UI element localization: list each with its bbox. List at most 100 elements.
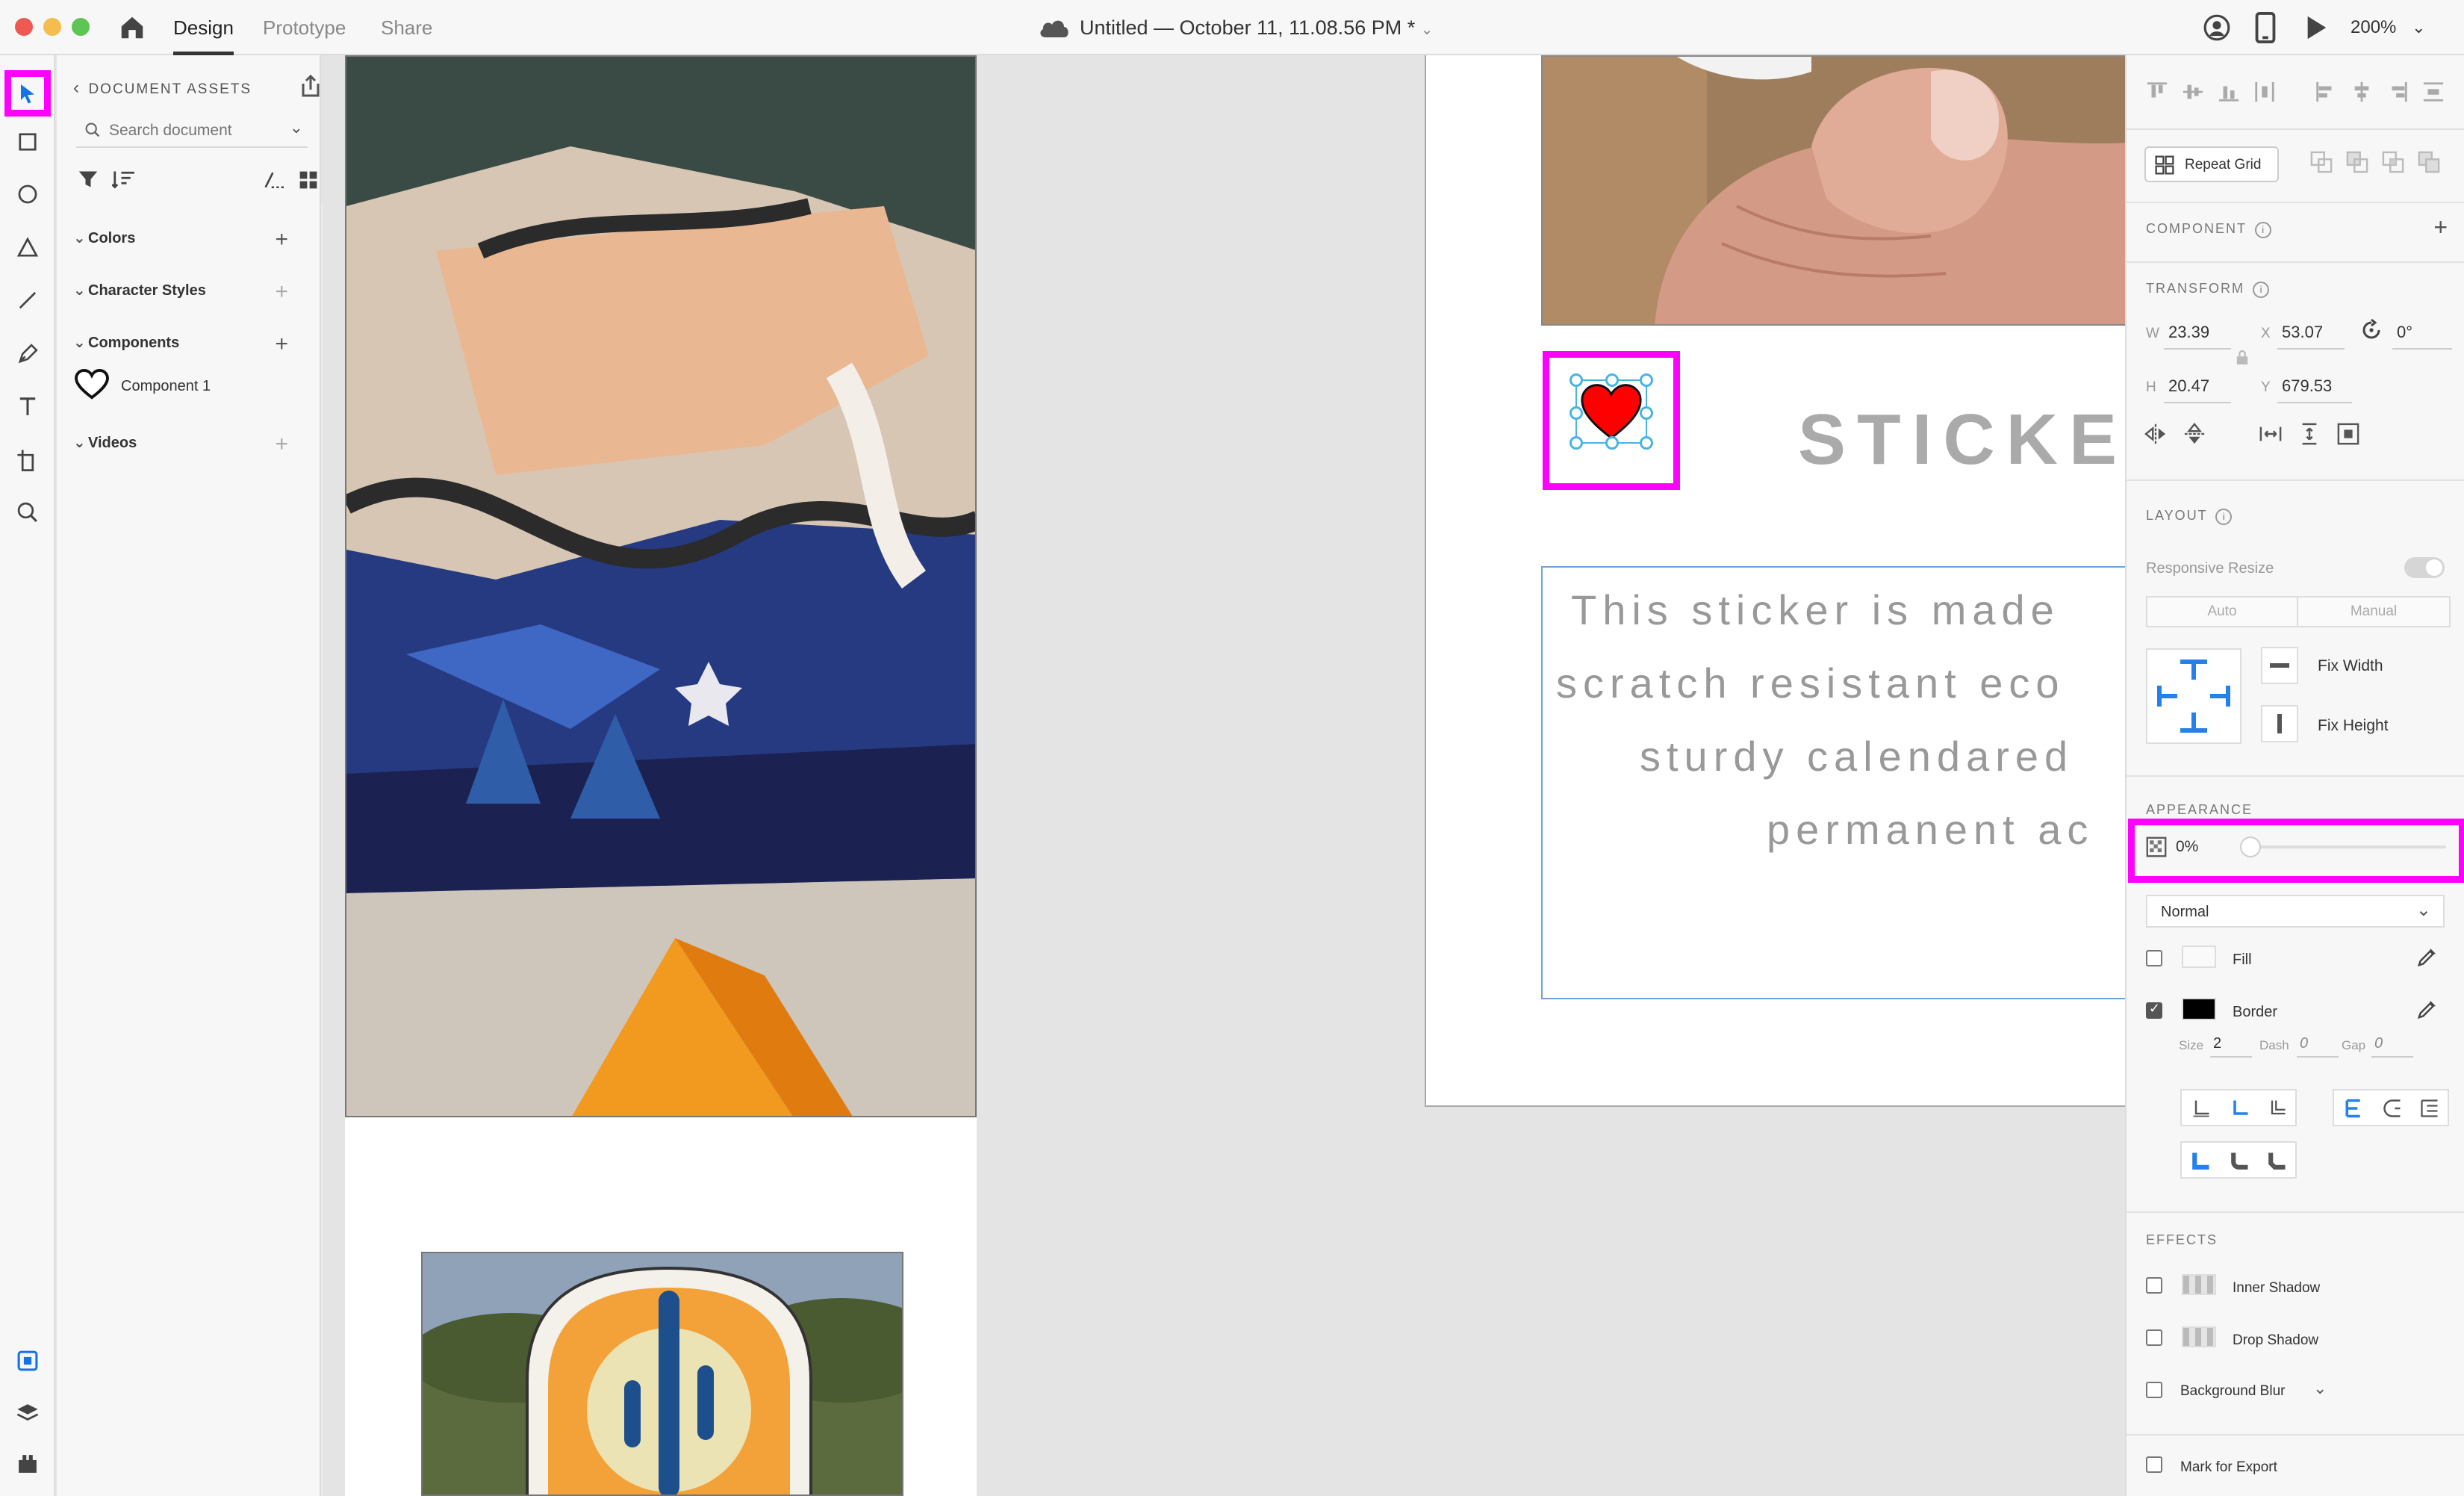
cap-square-icon[interactable] [2267, 1098, 2288, 1123]
stroke-outside-icon[interactable] [2419, 1098, 2440, 1123]
align-middle-icon[interactable] [2182, 81, 2204, 107]
background-blur-checkbox[interactable] [2146, 1382, 2162, 1398]
zoom-window-button[interactable] [72, 18, 90, 36]
tab-design[interactable]: Design [173, 0, 234, 55]
cactus-sticker-photo[interactable] [421, 1252, 903, 1496]
align-bottom-icon[interactable] [2218, 81, 2240, 107]
x-input[interactable]: 53.07 [2277, 317, 2345, 350]
line-tool[interactable] [10, 282, 46, 318]
border-checkbox[interactable] [2146, 1001, 2162, 1019]
align-right-icon[interactable] [2386, 81, 2409, 107]
layers-icon[interactable] [10, 1395, 46, 1431]
add-component-state-button[interactable]: + [2433, 214, 2448, 241]
lock-aspect-icon[interactable] [2236, 350, 2249, 370]
opacity-slider[interactable] [2240, 837, 2446, 857]
opacity-input[interactable]: 0% [2173, 834, 2225, 860]
background-blur-dropdown[interactable]: Background Blur ⌄ [2180, 1379, 2345, 1403]
fill-color-swatch[interactable] [2182, 946, 2216, 968]
pen-tool[interactable] [10, 336, 46, 372]
inner-shadow-checkbox[interactable] [2146, 1277, 2162, 1294]
document-title[interactable]: Untitled — October 11, 11.08.56 PM * ⌄ [1080, 0, 1434, 55]
selection-handle[interactable] [1569, 406, 1583, 420]
info-icon[interactable]: i [2215, 509, 2233, 525]
blend-mode-dropdown[interactable]: Normal ⌄ [2146, 895, 2445, 928]
drop-shadow-swatch[interactable] [2182, 1326, 2216, 1347]
border-gap-input[interactable]: 0 [2371, 1032, 2413, 1058]
border-color-swatch[interactable] [2182, 998, 2216, 1020]
select-tool[interactable] [4, 70, 51, 117]
responsive-resize-toggle[interactable] [2404, 557, 2445, 578]
ellipse-tool[interactable] [10, 176, 46, 212]
character-styles-section-header[interactable]: ⌄ Character Styles + [73, 281, 305, 303]
align-left-icon[interactable] [2315, 81, 2337, 107]
join-miter-icon[interactable] [2191, 1150, 2212, 1175]
repeat-grid-button[interactable]: Repeat Grid [2144, 146, 2279, 182]
text-tool[interactable] [10, 388, 46, 424]
artboard-right[interactable]: STICKE This sticker is made scratch resi… [1425, 55, 2125, 1107]
grid-view-icon[interactable] [299, 170, 318, 193]
list-view-icon[interactable] [263, 170, 285, 193]
auto-button[interactable]: Auto [2146, 596, 2298, 627]
user-share-icon[interactable] [2203, 13, 2231, 46]
spacing-vertical-icon[interactable] [2298, 423, 2321, 449]
sticker-description-textbox[interactable]: This sticker is made scratch resistant e… [1541, 566, 2125, 999]
home-icon[interactable] [118, 13, 146, 46]
drop-shadow-checkbox[interactable] [2146, 1329, 2162, 1346]
add-character-style-button[interactable]: + [275, 281, 288, 303]
selection-handle[interactable] [1605, 436, 1619, 450]
search-field[interactable]: ⌄ [76, 114, 308, 148]
filter-icon[interactable] [78, 169, 99, 193]
artboard-tool[interactable] [10, 442, 46, 478]
fix-width-toggle[interactable] [2261, 647, 2298, 684]
mobile-preview-icon[interactable] [2255, 11, 2276, 47]
share-export-icon[interactable] [299, 73, 323, 102]
selection-handle[interactable] [1640, 436, 1653, 450]
inner-shadow-swatch[interactable] [2182, 1274, 2216, 1295]
distribute-vertical-icon[interactable] [2253, 81, 2276, 107]
hand-holding-sticker-photo[interactable] [1541, 55, 2125, 326]
manual-button[interactable]: Manual [2298, 596, 2451, 627]
assets-header[interactable]: ‹ DOCUMENT ASSETS [73, 78, 252, 99]
videos-section-header[interactable]: ⌄ Videos + [73, 433, 305, 456]
eyedropper-icon[interactable] [2416, 946, 2439, 972]
cap-round-icon[interactable] [2230, 1098, 2250, 1123]
flip-horizontal-icon[interactable] [2144, 423, 2167, 449]
mark-for-export-checkbox[interactable] [2146, 1456, 2162, 1473]
cap-butt-icon[interactable] [2191, 1098, 2212, 1123]
close-window-button[interactable] [15, 18, 33, 36]
polygon-tool[interactable] [10, 230, 46, 266]
assets-panel-icon[interactable] [10, 1343, 46, 1379]
sort-icon[interactable] [111, 169, 136, 193]
zoom-level[interactable]: 200% ⌄ [2351, 0, 2426, 55]
boolean-subtract-icon[interactable] [2346, 151, 2368, 177]
info-icon[interactable]: i [2254, 222, 2271, 238]
sticker-photo-large[interactable] [345, 55, 977, 1117]
play-icon[interactable] [2304, 15, 2328, 44]
minimize-window-button[interactable] [43, 18, 61, 36]
info-icon[interactable]: i [2253, 282, 2270, 298]
boolean-intersect-icon[interactable] [2382, 151, 2404, 177]
fix-height-toggle[interactable] [2261, 705, 2298, 742]
join-round-icon[interactable] [2230, 1150, 2250, 1175]
selection-handle[interactable] [1640, 406, 1653, 420]
eyedropper-icon[interactable] [2416, 998, 2439, 1024]
selection-handle[interactable] [1605, 373, 1619, 387]
align-top-icon[interactable] [2146, 81, 2168, 107]
tab-share[interactable]: Share [381, 0, 432, 55]
add-video-button[interactable]: + [275, 433, 288, 456]
chevron-down-icon[interactable]: ⌄ [290, 118, 303, 137]
selection-handle[interactable] [1569, 436, 1583, 450]
distribute-horizontal-icon[interactable] [2422, 81, 2445, 107]
tab-prototype[interactable]: Prototype [263, 0, 346, 55]
search-input[interactable] [109, 120, 273, 142]
stroke-center-icon[interactable] [2382, 1098, 2403, 1123]
selection-handle[interactable] [1569, 373, 1583, 387]
components-section-header[interactable]: ⌄ Components + [73, 333, 305, 356]
heart-component[interactable] [1569, 373, 1653, 450]
constraints-widget[interactable] [2146, 648, 2241, 744]
design-canvas[interactable]: STICKE This sticker is made scratch resi… [323, 55, 2125, 1496]
stroke-inside-icon[interactable] [2343, 1098, 2364, 1123]
border-dash-input[interactable]: 0 [2297, 1032, 2339, 1058]
flip-vertical-icon[interactable] [2183, 422, 2206, 449]
artboard-left[interactable] [345, 55, 977, 1496]
